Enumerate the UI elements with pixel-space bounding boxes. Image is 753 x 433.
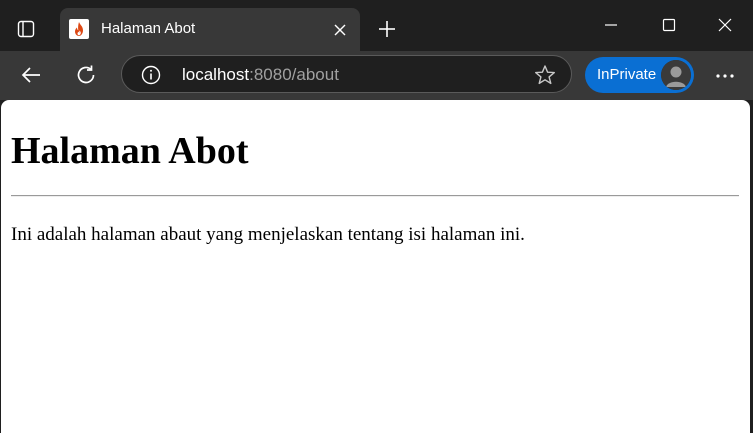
page-heading: Halaman Abot <box>11 130 249 172</box>
maximize-icon <box>662 18 676 32</box>
maximize-button[interactable] <box>640 0 698 50</box>
url-path: :8080/about <box>249 65 339 84</box>
minimize-button[interactable] <box>582 0 640 50</box>
page-viewport: Halaman Abot Ini adalah halaman abaut ya… <box>1 100 750 433</box>
tab-strip: Halaman Abot <box>0 0 753 51</box>
new-tab-button[interactable] <box>370 12 404 46</box>
avatar <box>661 60 691 90</box>
favorite-button[interactable] <box>533 63 557 87</box>
close-icon <box>334 24 346 36</box>
page-paragraph: Ini adalah halaman abaut yang menjelaska… <box>11 224 525 245</box>
divider <box>11 195 739 197</box>
tab-actions-button[interactable] <box>8 12 44 46</box>
codeigniter-flame-icon <box>75 22 83 36</box>
tab-title: Halaman Abot <box>101 20 196 37</box>
favicon-icon <box>69 19 89 39</box>
tab-active[interactable]: Halaman Abot <box>60 8 360 51</box>
close-icon <box>718 18 732 32</box>
url-host: localhost <box>182 65 250 84</box>
window-close-button[interactable] <box>697 0 753 50</box>
minimize-icon <box>605 24 617 26</box>
toolbar: localhost:8080/about InPrivate <box>0 51 753 100</box>
refresh-icon <box>77 65 95 84</box>
browser-window: Halaman Abot localhost:8080/about InPriv… <box>0 0 753 433</box>
arrow-left-icon <box>21 67 40 83</box>
info-icon <box>141 65 161 85</box>
back-button[interactable] <box>13 57 49 93</box>
refresh-button[interactable] <box>68 57 104 93</box>
tab-actions-icon <box>17 20 35 38</box>
star-icon <box>535 65 555 85</box>
inprivate-label: InPrivate <box>597 66 657 83</box>
user-avatar-icon <box>661 60 691 90</box>
tab-close-button[interactable] <box>328 18 352 42</box>
more-options-button[interactable] <box>707 58 743 94</box>
more-horizontal-icon <box>716 74 734 78</box>
site-info-button[interactable] <box>140 64 162 86</box>
address-bar[interactable]: localhost:8080/about <box>121 55 572 93</box>
plus-icon <box>379 21 395 37</box>
url-text[interactable]: localhost:8080/about <box>182 65 339 85</box>
inprivate-profile-button[interactable]: InPrivate <box>585 57 694 93</box>
